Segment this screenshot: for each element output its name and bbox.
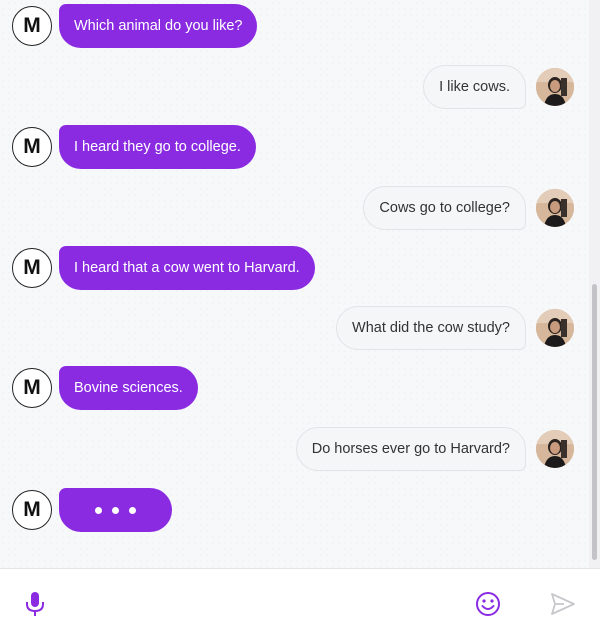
emoji-button[interactable]: [475, 591, 501, 617]
user-message-bubble: Do horses ever go to Harvard?: [295, 427, 526, 471]
typing-row: M: [0, 486, 590, 534]
send-button[interactable]: [550, 591, 576, 617]
bot-message-bubble: Which animal do you like?: [59, 4, 258, 48]
message-row: M Which animal do you like?: [0, 2, 590, 50]
typing-dot: [95, 506, 102, 514]
message-row: M I heard they go to college.: [0, 123, 590, 171]
message-row: Do horses ever go to Harvard?: [0, 425, 590, 473]
mic-icon: [26, 592, 44, 616]
message-input[interactable]: [86, 589, 456, 619]
bot-avatar: M: [12, 490, 52, 530]
message-row: M I heard that a cow went to Harvard.: [0, 244, 590, 292]
user-avatar: [536, 68, 574, 106]
bot-avatar: M: [12, 368, 52, 408]
bot-avatar: M: [12, 127, 52, 167]
typing-indicator: [59, 488, 172, 532]
typing-dot: [129, 506, 136, 514]
typing-dot: [112, 506, 119, 514]
user-message-bubble: Cows go to college?: [363, 186, 526, 230]
emoji-icon: [476, 592, 500, 616]
user-message-bubble: I like cows.: [423, 65, 526, 109]
message-row: Cows go to college?: [0, 184, 590, 232]
chat-scrollbar[interactable]: [589, 0, 600, 568]
message-row: What did the cow study?: [0, 304, 590, 352]
scrollbar-thumb[interactable]: [592, 284, 597, 560]
message-composer: [0, 568, 600, 636]
mic-button[interactable]: [22, 591, 48, 617]
bot-message-bubble: I heard they go to college.: [59, 125, 256, 169]
message-row: I like cows.: [0, 63, 590, 111]
user-message-bubble: What did the cow study?: [336, 306, 526, 350]
bot-message-bubble: I heard that a cow went to Harvard.: [59, 246, 315, 290]
user-avatar: [536, 189, 574, 227]
bot-message-bubble: Bovine sciences.: [59, 366, 198, 410]
bot-avatar: M: [12, 248, 52, 288]
user-avatar: [536, 309, 574, 347]
chat-transcript: M Which animal do you like? I like cows.…: [0, 0, 590, 568]
user-avatar: [536, 430, 574, 468]
bot-avatar: M: [12, 6, 52, 46]
send-icon: [551, 593, 575, 615]
message-row: M Bovine sciences.: [0, 364, 590, 412]
